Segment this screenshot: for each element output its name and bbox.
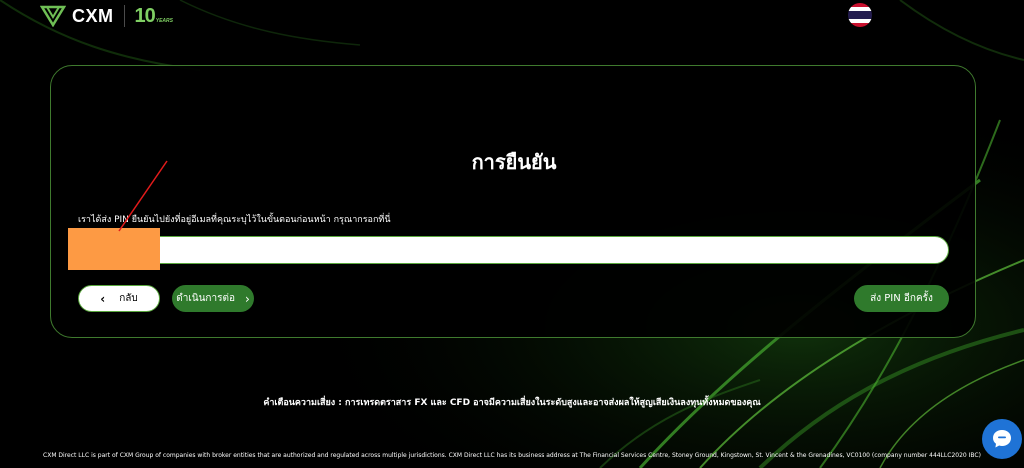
chevron-left-icon: ‹ [100,291,106,306]
thailand-flag-icon[interactable] [848,3,872,27]
chat-button[interactable] [982,419,1022,459]
anniversary-badge: 10 YEARS [135,6,173,26]
anniversary-word: YEARS [155,18,173,24]
back-button[interactable]: ‹ กลับ [78,285,160,312]
risk-warning: คำเตือนความเสี่ยง : การเทรดตราสาร FX และ… [263,398,761,408]
continue-button[interactable]: ดำเนินการต่อ › [172,285,254,312]
header: CXM 10 YEARS [0,0,1024,32]
pin-input[interactable] [78,236,949,264]
logo-text: CXM [72,5,114,26]
pin-field-label: เราได้ส่ง PIN ยืนยันไปยังที่อยู่อีเมลที่… [78,215,391,225]
redaction-box [68,228,160,270]
cxm-logo-icon [40,5,66,27]
verification-card: การยืนยัน เราได้ส่ง PIN ยืนยันไปยังที่อย… [50,65,976,338]
resend-pin-button[interactable]: ส่ง PIN อีกครั้ง [854,285,949,312]
legal-disclaimer: CXM Direct LLC is part of CXM Group of c… [43,452,981,459]
cxm-logo[interactable]: CXM 10 YEARS [40,4,173,28]
back-button-label: กลับ [119,293,138,304]
page-title: การยืนยัน [471,150,557,174]
anniversary-number: 10 [134,5,156,27]
chevron-right-icon: › [244,291,250,306]
logo-divider [123,5,125,27]
resend-pin-label: ส่ง PIN อีกครั้ง [870,293,933,304]
continue-button-label: ดำเนินการต่อ [176,293,235,304]
chat-bubble-icon [993,430,1011,448]
